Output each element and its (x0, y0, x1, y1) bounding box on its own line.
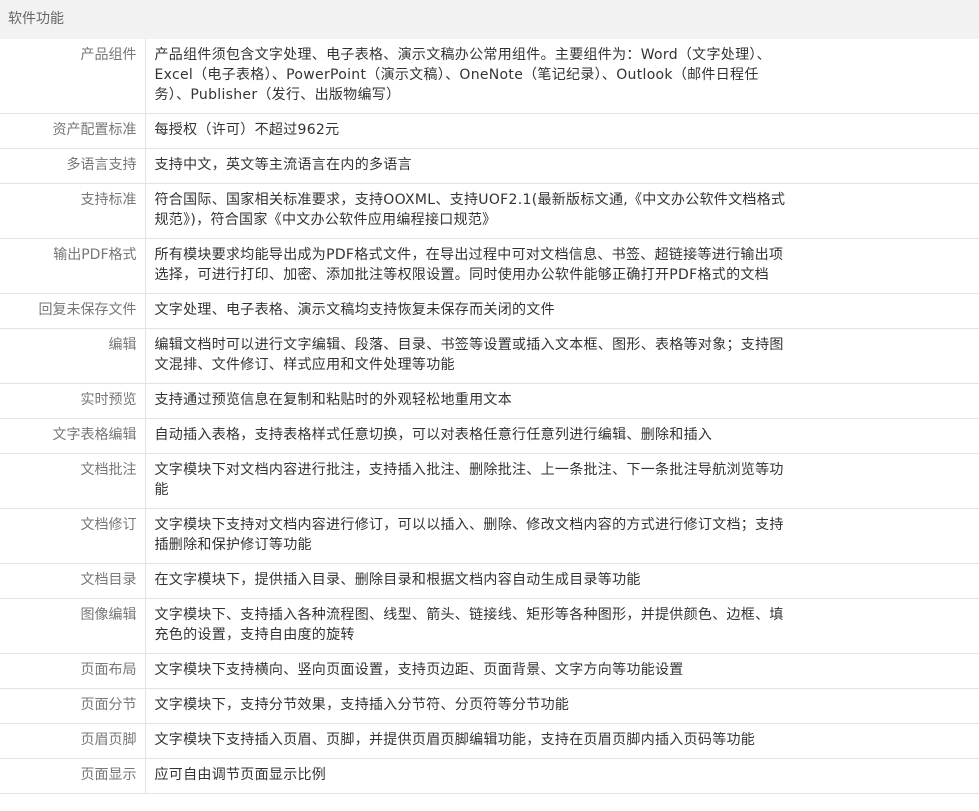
row-value: 自动插入表格，支持表格样式任意切换，可以对表格任意行任意列进行编辑、删除和插入 (154, 427, 713, 443)
row-label: 页面显示 (0, 758, 146, 794)
spec-table: 产品组件 产品组件须包含文字处理、电子表格、演示文稿办公常用组件。主要组件为：W… (0, 39, 979, 794)
table-row: 输出PDF格式 所有模块要求均能导出成为PDF格式文件，在导出过程中可对文档信息… (0, 238, 979, 294)
table-row: 页面分节 文字模块下，支持分节效果，支持插入分节符、分页符等分节功能 (0, 688, 979, 724)
row-label: 产品组件 (0, 39, 146, 114)
table-row: 编辑 编辑文档时可以进行文字编辑、段落、目录、书签等设置或插入文本框、图形、表格… (0, 328, 979, 384)
table-row: 文档修订 文字模块下支持对文档内容进行修订，可以以插入、删除、修改文档内容的方式… (0, 508, 979, 564)
row-label: 多语言支持 (0, 148, 146, 184)
table-row: 文档批注 文字模块下对文档内容进行批注，支持插入批注、删除批注、上一条批注、下一… (0, 453, 979, 509)
table-row: 文档目录 在文字模块下，提供插入目录、删除目录和根据文档内容自动生成目录等功能 (0, 563, 979, 599)
row-value: 文字处理、电子表格、演示文稿均支持恢复未保存而关闭的文件 (154, 302, 555, 318)
row-value: 文字模块下对文档内容进行批注，支持插入批注、删除批注、上一条批注、下一条批注导航… (154, 462, 784, 498)
table-row: 产品组件 产品组件须包含文字处理、电子表格、演示文稿办公常用组件。主要组件为：W… (0, 39, 979, 114)
table-row: 图像编辑 文字模块下、支持插入各种流程图、线型、箭头、链接线、矩形等各种图形，并… (0, 598, 979, 654)
row-value: 产品组件须包含文字处理、电子表格、演示文稿办公常用组件。主要组件为：Word（文… (154, 47, 771, 103)
table-row: 资产配置标准 每授权（许可）不超过962元 (0, 113, 979, 149)
table-row: 文字表格编辑 自动插入表格，支持表格样式任意切换，可以对表格任意行任意列进行编辑… (0, 418, 979, 454)
row-label: 图像编辑 (0, 598, 146, 654)
row-label: 资产配置标准 (0, 113, 146, 149)
row-value: 所有模块要求均能导出成为PDF格式文件，在导出过程中可对文档信息、书签、超链接等… (154, 247, 784, 283)
row-label: 页面分节 (0, 688, 146, 724)
table-row: 页面显示 应可自由调节页面显示比例 (0, 758, 979, 794)
row-label: 输出PDF格式 (0, 238, 146, 294)
row-value: 在文字模块下，提供插入目录、删除目录和根据文档内容自动生成目录等功能 (154, 572, 641, 588)
table-row: 实时预览 支持通过预览信息在复制和粘贴时的外观轻松地重用文本 (0, 383, 979, 419)
row-label: 编辑 (0, 328, 146, 384)
table-row: 回复未保存文件 文字处理、电子表格、演示文稿均支持恢复未保存而关闭的文件 (0, 293, 979, 329)
row-label: 回复未保存文件 (0, 293, 146, 329)
row-value: 编辑文档时可以进行文字编辑、段落、目录、书签等设置或插入文本框、图形、表格等对象… (154, 337, 784, 373)
row-value: 应可自由调节页面显示比例 (154, 767, 327, 783)
row-label: 页眉页脚 (0, 723, 146, 759)
row-label: 实时预览 (0, 383, 146, 419)
section-title: 软件功能 (0, 0, 979, 39)
row-label: 文字表格编辑 (0, 418, 146, 454)
table-row: 页眉页脚 文字模块下支持插入页眉、页脚，并提供页眉页脚编辑功能，支持在页眉页脚内… (0, 723, 979, 759)
row-label: 支持标准 (0, 183, 146, 239)
table-row: 支持标准 符合国际、国家相关标准要求，支持OOXML、支持UOF2.1(最新版标… (0, 183, 979, 239)
row-value: 支持通过预览信息在复制和粘贴时的外观轻松地重用文本 (154, 392, 512, 408)
row-value: 文字模块下，支持分节效果，支持插入分节符、分页符等分节功能 (154, 697, 570, 713)
row-label: 文档目录 (0, 563, 146, 599)
row-value: 文字模块下支持对文档内容进行修订，可以以插入、删除、修改文档内容的方式进行修订文… (154, 517, 784, 553)
row-value: 文字模块下支持横向、竖向页面设置，支持页边距、页面背景、文字方向等功能设置 (154, 662, 684, 678)
table-row: 页面布局 文字模块下支持横向、竖向页面设置，支持页边距、页面背景、文字方向等功能… (0, 653, 979, 689)
row-label: 页面布局 (0, 653, 146, 689)
row-value: 符合国际、国家相关标准要求，支持OOXML、支持UOF2.1(最新版标文通,《中… (154, 192, 786, 228)
row-value: 支持中文，英文等主流语言在内的多语言 (154, 157, 412, 173)
row-label: 文档修订 (0, 508, 146, 564)
row-value: 每授权（许可）不超过962元 (154, 122, 340, 138)
table-row: 多语言支持 支持中文，英文等主流语言在内的多语言 (0, 148, 979, 184)
row-value: 文字模块下支持插入页眉、页脚，并提供页眉页脚编辑功能，支持在页眉页脚内插入页码等… (154, 732, 756, 748)
row-label: 文档批注 (0, 453, 146, 509)
row-value: 文字模块下、支持插入各种流程图、线型、箭头、链接线、矩形等各种图形，并提供颜色、… (154, 607, 784, 643)
